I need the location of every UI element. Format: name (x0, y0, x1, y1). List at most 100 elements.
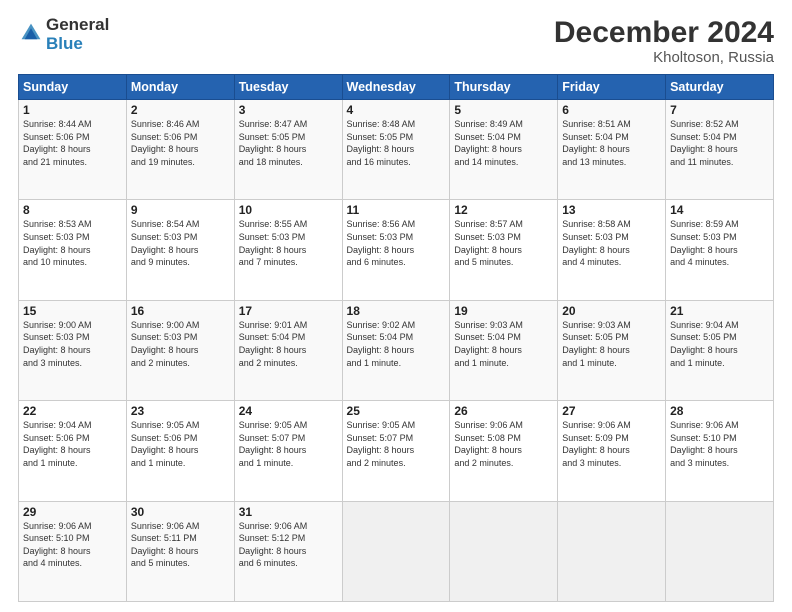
day-detail: Sunrise: 8:56 AMSunset: 5:03 PMDaylight:… (347, 218, 446, 268)
day-detail: Sunrise: 8:44 AMSunset: 5:06 PMDaylight:… (23, 118, 122, 168)
day-number: 12 (454, 203, 553, 217)
day-detail: Sunrise: 9:06 AMSunset: 5:11 PMDaylight:… (131, 520, 230, 570)
weekday-header-saturday: Saturday (666, 75, 774, 100)
day-number: 10 (239, 203, 338, 217)
day-number: 22 (23, 404, 122, 418)
weekday-header-wednesday: Wednesday (342, 75, 450, 100)
day-detail: Sunrise: 8:54 AMSunset: 5:03 PMDaylight:… (131, 218, 230, 268)
day-cell (558, 501, 666, 601)
day-cell: 16Sunrise: 9:00 AMSunset: 5:03 PMDayligh… (126, 300, 234, 400)
day-cell (342, 501, 450, 601)
day-detail: Sunrise: 9:06 AMSunset: 5:10 PMDaylight:… (670, 419, 769, 469)
day-cell: 29Sunrise: 9:06 AMSunset: 5:10 PMDayligh… (19, 501, 127, 601)
day-cell: 4Sunrise: 8:48 AMSunset: 5:05 PMDaylight… (342, 100, 450, 200)
day-detail: Sunrise: 9:06 AMSunset: 5:12 PMDaylight:… (239, 520, 338, 570)
day-number: 3 (239, 103, 338, 117)
logo-general: General (46, 16, 109, 35)
day-cell: 24Sunrise: 9:05 AMSunset: 5:07 PMDayligh… (234, 401, 342, 501)
day-number: 4 (347, 103, 446, 117)
day-detail: Sunrise: 9:00 AMSunset: 5:03 PMDaylight:… (23, 319, 122, 369)
day-detail: Sunrise: 8:49 AMSunset: 5:04 PMDaylight:… (454, 118, 553, 168)
day-detail: Sunrise: 9:06 AMSunset: 5:09 PMDaylight:… (562, 419, 661, 469)
day-detail: Sunrise: 8:58 AMSunset: 5:03 PMDaylight:… (562, 218, 661, 268)
header-row: General Blue December 2024 Kholtoson, Ru… (18, 16, 774, 66)
day-cell: 27Sunrise: 9:06 AMSunset: 5:09 PMDayligh… (558, 401, 666, 501)
day-detail: Sunrise: 9:05 AMSunset: 5:07 PMDaylight:… (347, 419, 446, 469)
day-detail: Sunrise: 9:02 AMSunset: 5:04 PMDaylight:… (347, 319, 446, 369)
day-number: 28 (670, 404, 769, 418)
day-cell: 26Sunrise: 9:06 AMSunset: 5:08 PMDayligh… (450, 401, 558, 501)
day-cell (450, 501, 558, 601)
day-detail: Sunrise: 8:53 AMSunset: 5:03 PMDaylight:… (23, 218, 122, 268)
weekday-header-thursday: Thursday (450, 75, 558, 100)
day-cell: 14Sunrise: 8:59 AMSunset: 5:03 PMDayligh… (666, 200, 774, 300)
day-number: 16 (131, 304, 230, 318)
day-cell: 8Sunrise: 8:53 AMSunset: 5:03 PMDaylight… (19, 200, 127, 300)
calendar-table: SundayMondayTuesdayWednesdayThursdayFrid… (18, 74, 774, 602)
week-row-4: 22Sunrise: 9:04 AMSunset: 5:06 PMDayligh… (19, 401, 774, 501)
day-detail: Sunrise: 9:04 AMSunset: 5:05 PMDaylight:… (670, 319, 769, 369)
day-detail: Sunrise: 9:06 AMSunset: 5:08 PMDaylight:… (454, 419, 553, 469)
day-cell: 3Sunrise: 8:47 AMSunset: 5:05 PMDaylight… (234, 100, 342, 200)
day-number: 26 (454, 404, 553, 418)
day-number: 27 (562, 404, 661, 418)
logo-blue: Blue (46, 35, 109, 54)
day-detail: Sunrise: 9:03 AMSunset: 5:04 PMDaylight:… (454, 319, 553, 369)
day-cell: 22Sunrise: 9:04 AMSunset: 5:06 PMDayligh… (19, 401, 127, 501)
day-cell: 17Sunrise: 9:01 AMSunset: 5:04 PMDayligh… (234, 300, 342, 400)
day-cell: 23Sunrise: 9:05 AMSunset: 5:06 PMDayligh… (126, 401, 234, 501)
day-cell: 31Sunrise: 9:06 AMSunset: 5:12 PMDayligh… (234, 501, 342, 601)
day-number: 5 (454, 103, 553, 117)
weekday-header-sunday: Sunday (19, 75, 127, 100)
weekday-header-row: SundayMondayTuesdayWednesdayThursdayFrid… (19, 75, 774, 100)
day-number: 2 (131, 103, 230, 117)
weekday-header-monday: Monday (126, 75, 234, 100)
day-cell: 18Sunrise: 9:02 AMSunset: 5:04 PMDayligh… (342, 300, 450, 400)
day-number: 8 (23, 203, 122, 217)
day-detail: Sunrise: 9:05 AMSunset: 5:06 PMDaylight:… (131, 419, 230, 469)
month-title: December 2024 (554, 16, 774, 49)
day-cell: 13Sunrise: 8:58 AMSunset: 5:03 PMDayligh… (558, 200, 666, 300)
day-number: 9 (131, 203, 230, 217)
day-cell: 15Sunrise: 9:00 AMSunset: 5:03 PMDayligh… (19, 300, 127, 400)
day-cell: 19Sunrise: 9:03 AMSunset: 5:04 PMDayligh… (450, 300, 558, 400)
day-cell: 7Sunrise: 8:52 AMSunset: 5:04 PMDaylight… (666, 100, 774, 200)
day-cell: 1Sunrise: 8:44 AMSunset: 5:06 PMDaylight… (19, 100, 127, 200)
weekday-header-friday: Friday (558, 75, 666, 100)
location-title: Kholtoson, Russia (554, 49, 774, 66)
day-cell: 5Sunrise: 8:49 AMSunset: 5:04 PMDaylight… (450, 100, 558, 200)
day-detail: Sunrise: 8:48 AMSunset: 5:05 PMDaylight:… (347, 118, 446, 168)
day-detail: Sunrise: 9:03 AMSunset: 5:05 PMDaylight:… (562, 319, 661, 369)
day-cell: 12Sunrise: 8:57 AMSunset: 5:03 PMDayligh… (450, 200, 558, 300)
day-cell: 6Sunrise: 8:51 AMSunset: 5:04 PMDaylight… (558, 100, 666, 200)
day-detail: Sunrise: 8:55 AMSunset: 5:03 PMDaylight:… (239, 218, 338, 268)
day-detail: Sunrise: 8:52 AMSunset: 5:04 PMDaylight:… (670, 118, 769, 168)
day-cell: 11Sunrise: 8:56 AMSunset: 5:03 PMDayligh… (342, 200, 450, 300)
day-number: 18 (347, 304, 446, 318)
week-row-2: 8Sunrise: 8:53 AMSunset: 5:03 PMDaylight… (19, 200, 774, 300)
day-number: 21 (670, 304, 769, 318)
weekday-header-tuesday: Tuesday (234, 75, 342, 100)
day-detail: Sunrise: 8:51 AMSunset: 5:04 PMDaylight:… (562, 118, 661, 168)
day-number: 20 (562, 304, 661, 318)
day-cell (666, 501, 774, 601)
day-number: 25 (347, 404, 446, 418)
day-number: 13 (562, 203, 661, 217)
calendar-body: 1Sunrise: 8:44 AMSunset: 5:06 PMDaylight… (19, 100, 774, 602)
day-cell: 28Sunrise: 9:06 AMSunset: 5:10 PMDayligh… (666, 401, 774, 501)
day-number: 1 (23, 103, 122, 117)
day-number: 24 (239, 404, 338, 418)
day-detail: Sunrise: 9:01 AMSunset: 5:04 PMDaylight:… (239, 319, 338, 369)
day-number: 31 (239, 505, 338, 519)
day-cell: 30Sunrise: 9:06 AMSunset: 5:11 PMDayligh… (126, 501, 234, 601)
title-block: December 2024 Kholtoson, Russia (554, 16, 774, 66)
logo: General Blue (18, 16, 109, 54)
week-row-1: 1Sunrise: 8:44 AMSunset: 5:06 PMDaylight… (19, 100, 774, 200)
day-detail: Sunrise: 9:04 AMSunset: 5:06 PMDaylight:… (23, 419, 122, 469)
day-detail: Sunrise: 9:06 AMSunset: 5:10 PMDaylight:… (23, 520, 122, 570)
day-number: 6 (562, 103, 661, 117)
day-cell: 25Sunrise: 9:05 AMSunset: 5:07 PMDayligh… (342, 401, 450, 501)
week-row-3: 15Sunrise: 9:00 AMSunset: 5:03 PMDayligh… (19, 300, 774, 400)
calendar-header: SundayMondayTuesdayWednesdayThursdayFrid… (19, 75, 774, 100)
logo-icon (20, 22, 42, 44)
